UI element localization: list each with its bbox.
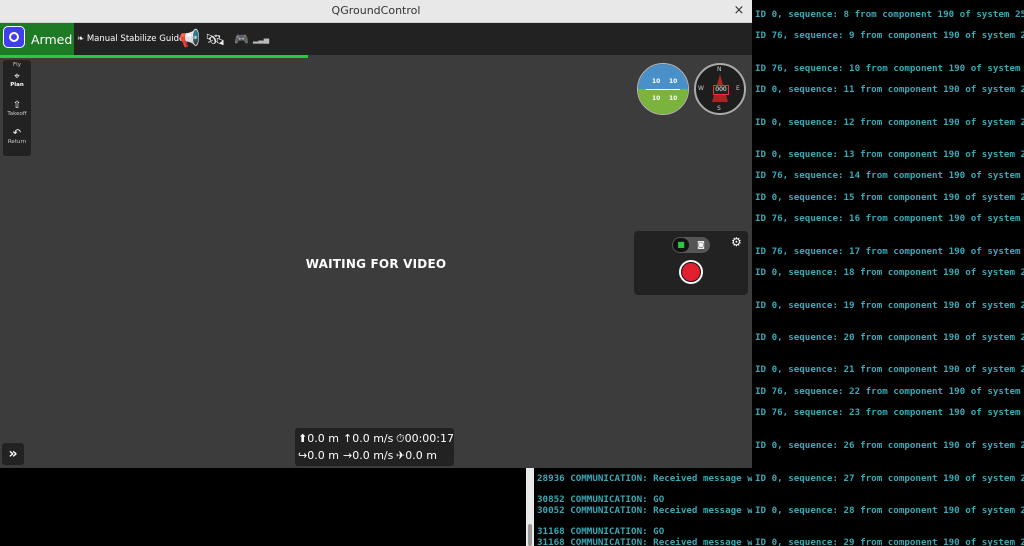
pitch-down-label: 10 <box>669 95 678 102</box>
heading-readout: 000 <box>713 85 729 95</box>
log-line: ID 76, sequence: 10 from component 190 o… <box>755 63 1024 74</box>
expand-chevron-icon[interactable]: » <box>2 443 24 465</box>
distance-value: ↪0.0 m <box>298 449 339 462</box>
home-distance-icon: ✈ <box>396 449 406 462</box>
plan-icon: ⌖ <box>14 71 20 82</box>
flight-mode-icon: ❧ <box>77 34 85 44</box>
log-line: ID 76, sequence: 9 from component 190 of… <box>755 30 1024 41</box>
qgc-logo-icon[interactable] <box>3 26 25 48</box>
log-line: ID 0, sequence: 8 from component 190 of … <box>755 9 1024 20</box>
log-line: ID 0, sequence: 15 from component 190 of… <box>755 192 1024 203</box>
log-line: ID 0, sequence: 26 from component 190 of… <box>755 440 1024 451</box>
attitude-horizon-line <box>646 89 680 90</box>
climb-rate-icon: ↑ <box>343 432 353 445</box>
compass-e: E <box>736 85 740 92</box>
toolstrip-takeoff[interactable]: ⇧ Takeoff <box>3 100 31 117</box>
armed-status-label[interactable]: Armed <box>31 32 72 47</box>
takeoff-icon: ⇧ <box>12 100 22 111</box>
toolstrip-fly-label: Fly <box>13 62 21 68</box>
log-line: ID 76, sequence: 14 from component 190 o… <box>755 170 1024 181</box>
window-title: QGroundControl <box>331 4 421 17</box>
toolstrip-plan-label: Plan <box>10 82 24 88</box>
terminal-scrollbar-thumb[interactable] <box>528 524 532 546</box>
log-line: ID 0, sequence: 28 from component 190 of… <box>755 505 1024 516</box>
terminal-log-panel[interactable]: ID 0, sequence: 8 from component 190 of … <box>752 0 1024 546</box>
altitude-icon: ⬆ <box>298 432 308 445</box>
log-line: ID 76, sequence: 22 from component 190 o… <box>755 386 1024 397</box>
altitude-value: ⬆0.0 m <box>298 432 339 445</box>
log-line: ID 0, sequence: 19 from component 190 of… <box>755 300 1024 311</box>
telemetry-panel: ⬆0.0 m ↑0.0 m/s ⏱00:00:17 ↪0.0 m →0.0 m/… <box>295 428 454 466</box>
pitch-down-label: 10 <box>652 95 661 102</box>
tool-strip: Fly ⌖ Plan ⇧ Takeoff ↶ Return <box>3 60 31 156</box>
attitude-indicator: 10 10 10 10 <box>637 63 689 115</box>
log-line: ID 0, sequence: 21 from component 190 of… <box>755 364 1024 375</box>
camera-settings-gear-icon[interactable]: ⚙ <box>731 235 742 249</box>
log-line: 31168 COMMUNICATION: GO <box>537 526 665 537</box>
toolstrip-fly[interactable]: Fly <box>3 62 31 68</box>
flight-mode-selector[interactable]: ❧ Manual Stabilize Guided <box>77 34 190 44</box>
log-line: ID 0, sequence: 13 from component 190 of… <box>755 149 1024 160</box>
log-line: 28936 COMMUNICATION: Received message wi… <box>537 473 752 484</box>
toolstrip-takeoff-label: Takeoff <box>7 111 27 117</box>
log-line: ID 0, sequence: 20 from component 190 of… <box>755 332 1024 343</box>
compass-w: W <box>698 85 704 92</box>
flight-time-icon: ⏱ <box>396 432 405 445</box>
attitude-sky <box>638 64 688 89</box>
log-line: ID 76, sequence: 23 from component 190 o… <box>755 407 1024 418</box>
flight-time-value: ⏱00:00:17 <box>396 432 454 445</box>
toolstrip-return-label: Return <box>7 139 27 145</box>
terminal-log-bottom[interactable]: 28936 COMMUNICATION: Received message wi… <box>534 468 752 546</box>
log-line: ID 76, sequence: 16 from component 190 o… <box>755 213 1024 224</box>
log-line: ID 0, sequence: 27 from component 190 of… <box>755 473 1024 484</box>
video-mode-icon[interactable]: ■ <box>673 238 689 252</box>
log-line: ID 0, sequence: 18 from component 190 of… <box>755 267 1024 278</box>
photo-mode-icon[interactable]: ◙ <box>693 238 709 252</box>
log-line: 30852 COMMUNICATION: GO <box>537 494 665 505</box>
terminal-empty-area[interactable] <box>0 468 526 546</box>
toolstrip-return[interactable]: ↶ Return <box>3 128 31 145</box>
log-line: 31168 COMMUNICATION: Received message wi… <box>537 537 752 546</box>
log-line: ID 0, sequence: 11 from component 190 of… <box>755 84 1024 95</box>
attitude-ground <box>638 89 688 114</box>
title-bar[interactable]: QGroundControl × <box>0 0 752 23</box>
log-line: 30052 COMMUNICATION: Received message wi… <box>537 505 752 516</box>
flight-mode-label: Manual Stabilize Guided <box>86 34 190 44</box>
gps-icon[interactable]: 🛰 <box>205 30 225 49</box>
log-line: ID 76, sequence: 17 from component 190 o… <box>755 246 1024 257</box>
distance-icon: ↪ <box>298 449 308 462</box>
log-line: ID 0, sequence: 29 from component 190 of… <box>755 537 1024 546</box>
home-distance-value: ✈0.0 m <box>396 449 437 462</box>
log-line: ID 0, sequence: 12 from component 190 of… <box>755 117 1024 128</box>
toolstrip-plan[interactable]: ⌖ Plan <box>3 71 31 88</box>
ground-speed-value: →0.0 m/s <box>343 449 394 462</box>
signal-strength-icon: ▂▃▅ <box>253 36 270 44</box>
return-icon: ↶ <box>12 128 22 139</box>
qgc-window: QGroundControl × Armed ❧ Manual Stabiliz… <box>0 0 752 468</box>
compass-s: S <box>717 105 721 112</box>
pitch-up-label: 10 <box>652 78 661 85</box>
close-button[interactable]: × <box>730 2 748 20</box>
compass-n: N <box>717 66 722 73</box>
rc-icon[interactable]: 🎮 <box>234 32 249 46</box>
pitch-up-label: 10 <box>669 78 678 85</box>
megaphone-icon[interactable]: 📢 <box>179 29 200 49</box>
record-button-dot[interactable] <box>682 263 700 281</box>
ground-speed-icon: → <box>343 449 353 462</box>
climb-rate-value: ↑0.0 m/s <box>343 432 394 445</box>
compass-indicator: N S E W 000 <box>694 63 746 115</box>
toolbar-progress-bar <box>0 55 308 58</box>
